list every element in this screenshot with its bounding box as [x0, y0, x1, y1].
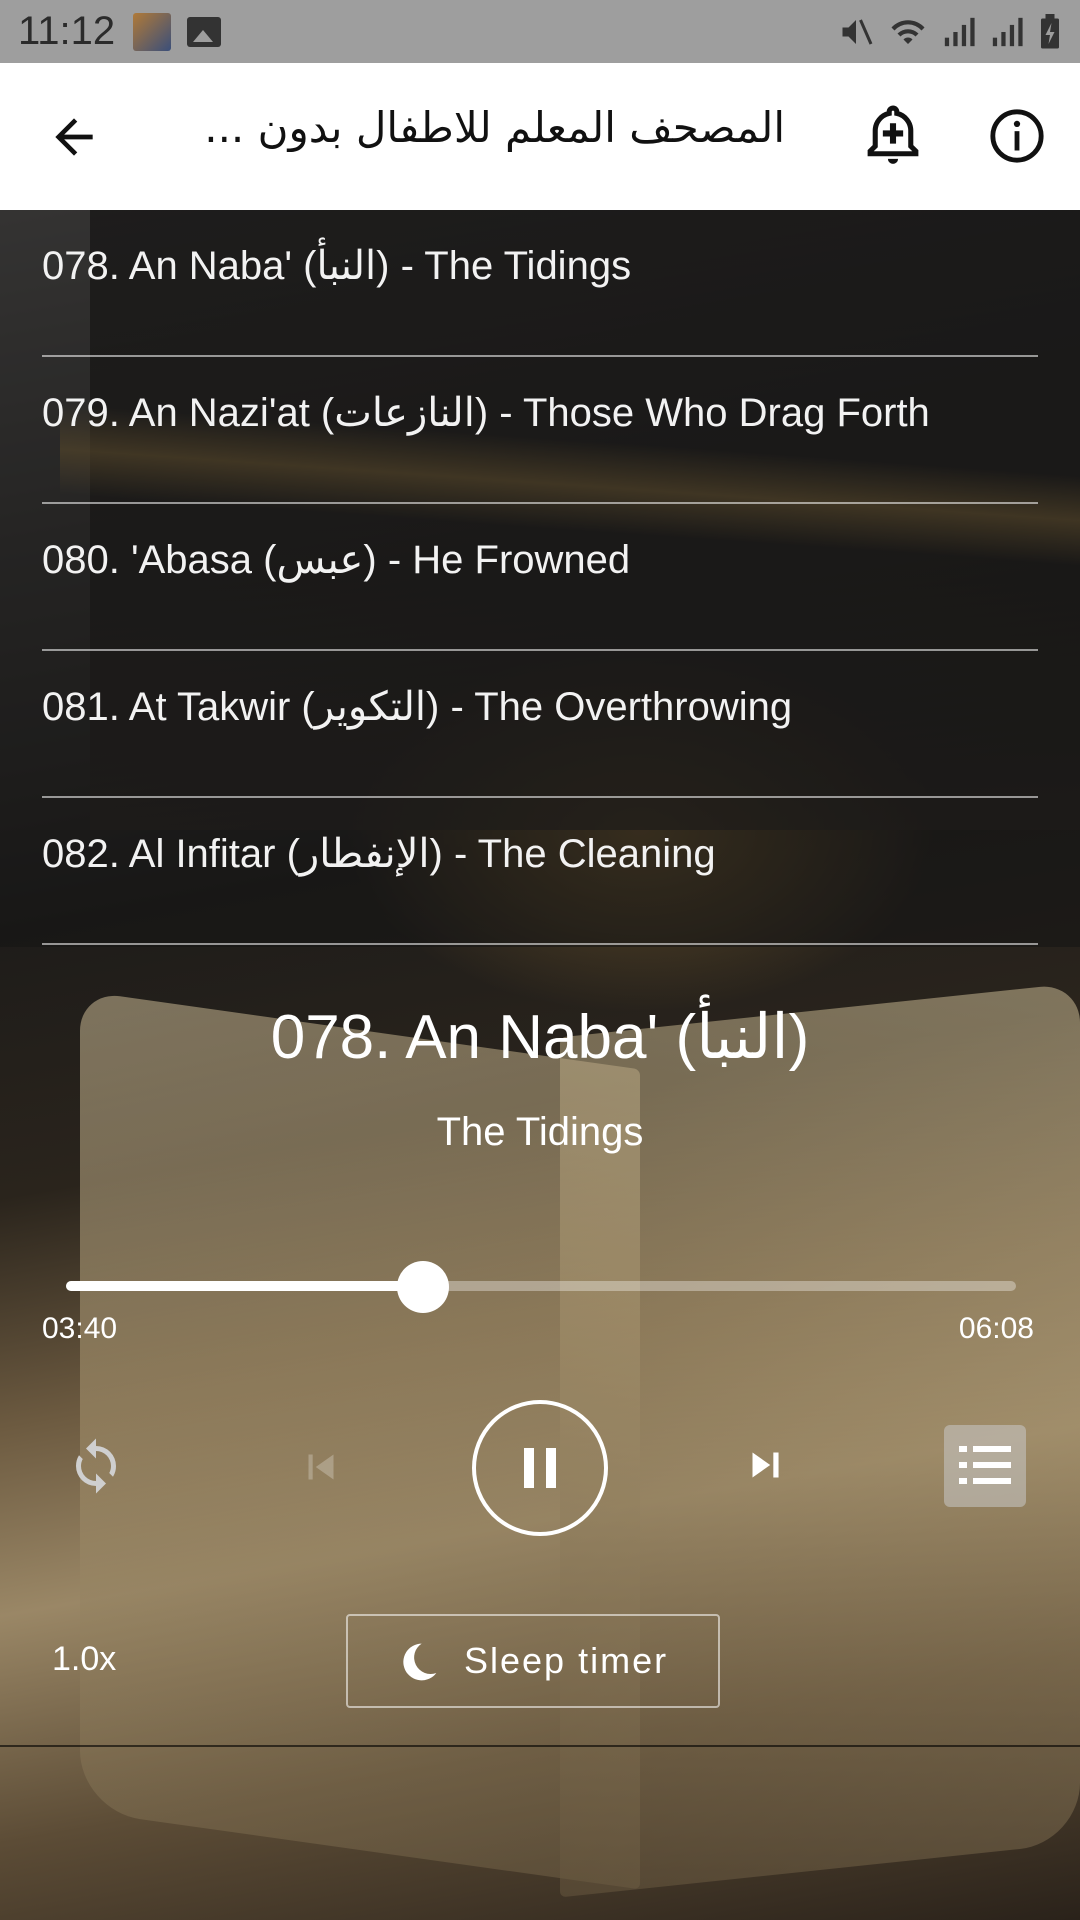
roaming-signal-icon	[992, 17, 1023, 46]
status-bar: 11:12	[0, 0, 1080, 63]
track-list: 078. An Naba' (النبأ) - The Tidings 079.…	[0, 210, 1080, 947]
app-thumbnail-icon	[133, 12, 172, 51]
skip-next-icon[interactable]	[740, 1440, 790, 1490]
total-time: 06:08	[958, 1312, 1034, 1345]
track-list-item[interactable]: 078. An Naba' (النبأ) - The Tidings	[42, 210, 1038, 357]
track-list-item[interactable]: 082. Al Infitar (الإنفطار) - The Cleanin…	[42, 798, 1038, 945]
now-playing-subtitle: The Tidings	[436, 1110, 644, 1154]
sleep-timer-label: Sleep timer	[464, 1640, 669, 1681]
pause-icon	[524, 1448, 556, 1488]
track-label: 079. An Nazi'at (النازعات) - Those Who D…	[42, 391, 930, 435]
elapsed-time: 03:40	[42, 1312, 118, 1345]
app-bar: المصحف المعلم للاطفال بدون ...	[0, 63, 1080, 210]
status-icons	[838, 13, 1062, 50]
signal-icon	[944, 17, 975, 46]
track-label: 082. Al Infitar (الإنفطار) - The Cleanin…	[42, 832, 716, 876]
seek-bar-progress	[66, 1281, 424, 1291]
image-icon	[187, 16, 222, 47]
wifi-icon	[891, 19, 925, 44]
bottom-divider	[0, 1745, 1080, 1747]
track-label: 078. An Naba' (النبأ) - The Tidings	[42, 244, 632, 288]
mute-icon	[842, 18, 873, 45]
sleep-timer-button[interactable]: Sleep timer	[346, 1614, 720, 1708]
add-alarm-bell-icon[interactable]	[862, 103, 924, 169]
track-label: 081. At Takwir (التكوير) - The Overthrow…	[42, 685, 793, 729]
playlist-button[interactable]	[944, 1425, 1026, 1507]
track-list-item[interactable]: 079. An Nazi'at (النازعات) - Those Who D…	[42, 357, 1038, 504]
seek-bar-thumb[interactable]	[397, 1261, 450, 1313]
play-pause-button[interactable]	[472, 1400, 608, 1536]
battery-charging-icon	[1041, 13, 1059, 48]
playback-speed-button[interactable]: 1.0x	[52, 1640, 116, 1679]
app-title: المصحف المعلم للاطفال بدون ...	[204, 103, 785, 152]
skip-previous-icon[interactable]	[296, 1442, 346, 1492]
repeat-icon[interactable]	[66, 1436, 126, 1496]
track-label: 080. 'Abasa (عبس) - He Frowned	[42, 538, 631, 582]
arrow-left-icon[interactable]	[46, 109, 102, 165]
seek-bar[interactable]	[66, 1261, 1016, 1313]
moon-icon	[403, 1643, 437, 1681]
list-icon	[959, 1446, 1011, 1484]
now-playing-title: 078. An Naba' (النبأ)	[270, 1003, 810, 1072]
track-list-item[interactable]: 080. 'Abasa (عبس) - He Frowned	[42, 504, 1038, 651]
info-icon[interactable]	[988, 107, 1046, 165]
status-time: 11:12	[18, 9, 116, 53]
track-list-item[interactable]: 081. At Takwir (التكوير) - The Overthrow…	[42, 651, 1038, 798]
